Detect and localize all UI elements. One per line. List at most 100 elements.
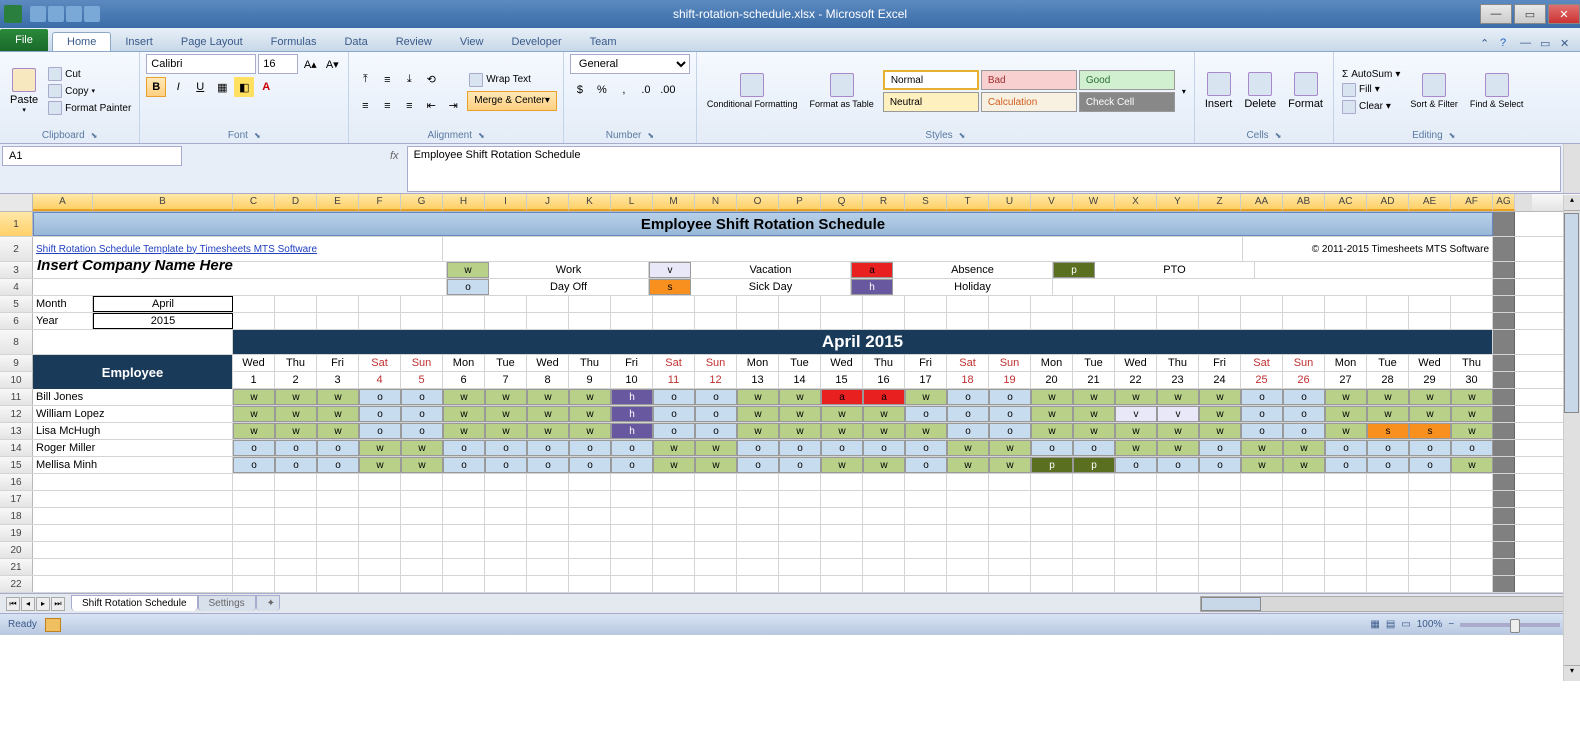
shift-0-27[interactable]: w xyxy=(1367,389,1409,405)
col-header-L[interactable]: L xyxy=(611,194,653,211)
shift-0-4[interactable]: o xyxy=(401,389,443,405)
shift-3-17[interactable]: w xyxy=(947,440,989,456)
col-header-X[interactable]: X xyxy=(1115,194,1157,211)
day-header-25[interactable]: Sat xyxy=(1241,355,1283,371)
select-all-button[interactable] xyxy=(0,194,33,211)
sheet-tab-settings[interactable]: Settings xyxy=(198,595,256,611)
conditional-fmt-button[interactable]: Conditional Formatting xyxy=(703,58,802,124)
orientation-button[interactable]: ⟲ xyxy=(421,70,441,90)
shift-4-15[interactable]: w xyxy=(863,457,905,473)
merge-center-button[interactable]: Merge & Center ▾ xyxy=(467,91,557,111)
month-value[interactable]: April xyxy=(93,296,233,312)
dec-decimal-button[interactable]: .00 xyxy=(658,80,678,100)
col-header-S[interactable]: S xyxy=(905,194,947,211)
col-header-J[interactable]: J xyxy=(527,194,569,211)
day-header-21[interactable]: Tue xyxy=(1073,355,1115,371)
zoom-slider[interactable] xyxy=(1460,623,1560,627)
shift-3-21[interactable]: w xyxy=(1115,440,1157,456)
shift-3-8[interactable]: o xyxy=(569,440,611,456)
schedule-month-header[interactable]: April 2015 xyxy=(233,330,1493,354)
col-header-AB[interactable]: AB xyxy=(1283,194,1325,211)
copyright-text[interactable]: © 2011-2015 Timesheets MTS Software xyxy=(1243,237,1493,261)
shift-2-3[interactable]: o xyxy=(359,423,401,439)
col-header-Z[interactable]: Z xyxy=(1199,194,1241,211)
inc-indent-button[interactable]: ⇥ xyxy=(443,96,463,116)
copy-button[interactable]: Copy▾ xyxy=(46,83,133,99)
col-header-U[interactable]: U xyxy=(989,194,1031,211)
shift-2-25[interactable]: o xyxy=(1283,423,1325,439)
fill-color-button[interactable]: ◧ xyxy=(234,77,254,97)
shift-4-21[interactable]: o xyxy=(1115,457,1157,473)
day-num-1[interactable]: 1 xyxy=(233,372,275,388)
legend-o[interactable]: o xyxy=(447,279,489,295)
shift-0-11[interactable]: o xyxy=(695,389,737,405)
legend-label-a[interactable]: Absence xyxy=(893,262,1053,278)
format-painter-button[interactable]: Format Painter xyxy=(46,100,133,116)
shift-3-28[interactable]: o xyxy=(1409,440,1451,456)
shift-4-11[interactable]: w xyxy=(695,457,737,473)
shift-0-24[interactable]: o xyxy=(1241,389,1283,405)
style-calc[interactable]: Calculation xyxy=(981,92,1077,112)
shift-2-16[interactable]: w xyxy=(905,423,947,439)
shift-1-17[interactable]: o xyxy=(947,406,989,422)
shift-3-27[interactable]: o xyxy=(1367,440,1409,456)
legend-s[interactable]: s xyxy=(649,279,691,295)
font-color-button[interactable]: A xyxy=(256,77,276,97)
shift-4-12[interactable]: o xyxy=(737,457,779,473)
shift-2-28[interactable]: s xyxy=(1409,423,1451,439)
shift-4-20[interactable]: p xyxy=(1073,457,1115,473)
shift-1-11[interactable]: o xyxy=(695,406,737,422)
shift-2-24[interactable]: o xyxy=(1241,423,1283,439)
shift-0-19[interactable]: w xyxy=(1031,389,1073,405)
quick-access-toolbar[interactable] xyxy=(30,6,100,22)
day-num-23[interactable]: 23 xyxy=(1157,372,1199,388)
shift-4-19[interactable]: p xyxy=(1031,457,1073,473)
view-pagebreak-icon[interactable]: ▭ xyxy=(1401,619,1410,630)
row-header-3[interactable]: 3 xyxy=(0,262,33,278)
formula-input[interactable]: Employee Shift Rotation Schedule xyxy=(407,146,1561,192)
format-table-button[interactable]: Format as Table xyxy=(805,58,877,124)
day-header-4[interactable]: Sat xyxy=(359,355,401,371)
day-num-24[interactable]: 24 xyxy=(1199,372,1241,388)
shift-3-22[interactable]: w xyxy=(1157,440,1199,456)
col-header-AC[interactable]: AC xyxy=(1325,194,1367,211)
shift-4-1[interactable]: o xyxy=(275,457,317,473)
shift-3-9[interactable]: o xyxy=(611,440,653,456)
shift-4-27[interactable]: o xyxy=(1367,457,1409,473)
legend-label-v[interactable]: Vacation xyxy=(691,262,851,278)
shift-0-13[interactable]: w xyxy=(779,389,821,405)
col-header-Q[interactable]: Q xyxy=(821,194,863,211)
day-num-14[interactable]: 14 xyxy=(779,372,821,388)
shift-3-26[interactable]: o xyxy=(1325,440,1367,456)
legend-label-p[interactable]: PTO xyxy=(1095,262,1255,278)
sort-filter-button[interactable]: Sort & Filter xyxy=(1406,58,1462,124)
shift-2-6[interactable]: w xyxy=(485,423,527,439)
day-num-22[interactable]: 22 xyxy=(1115,372,1157,388)
col-header-Y[interactable]: Y xyxy=(1157,194,1199,211)
shift-0-23[interactable]: w xyxy=(1199,389,1241,405)
shift-1-6[interactable]: w xyxy=(485,406,527,422)
cut-button[interactable]: Cut xyxy=(46,66,133,82)
shift-4-25[interactable]: w xyxy=(1283,457,1325,473)
col-header-AE[interactable]: AE xyxy=(1409,194,1451,211)
shift-3-6[interactable]: o xyxy=(485,440,527,456)
row-header-17[interactable]: 17 xyxy=(0,491,33,507)
bold-button[interactable]: B xyxy=(146,77,166,97)
col-header-M[interactable]: M xyxy=(653,194,695,211)
shift-2-20[interactable]: w xyxy=(1073,423,1115,439)
name-box[interactable]: A1 xyxy=(2,146,182,166)
day-header-5[interactable]: Sun xyxy=(401,355,443,371)
legend-label-s[interactable]: Sick Day xyxy=(691,279,851,295)
shift-3-16[interactable]: o xyxy=(905,440,947,456)
shift-0-22[interactable]: w xyxy=(1157,389,1199,405)
employee-4[interactable]: Mellisa Minh xyxy=(33,457,233,473)
font-name-input[interactable] xyxy=(146,54,256,74)
day-num-17[interactable]: 17 xyxy=(905,372,947,388)
styles-more-button[interactable]: ▾ xyxy=(1180,85,1188,98)
row-header-22[interactable]: 22 xyxy=(0,576,33,592)
shift-1-27[interactable]: w xyxy=(1367,406,1409,422)
col-header-AD[interactable]: AD xyxy=(1367,194,1409,211)
col-header-AA[interactable]: AA xyxy=(1241,194,1283,211)
day-num-25[interactable]: 25 xyxy=(1241,372,1283,388)
day-num-19[interactable]: 19 xyxy=(989,372,1031,388)
